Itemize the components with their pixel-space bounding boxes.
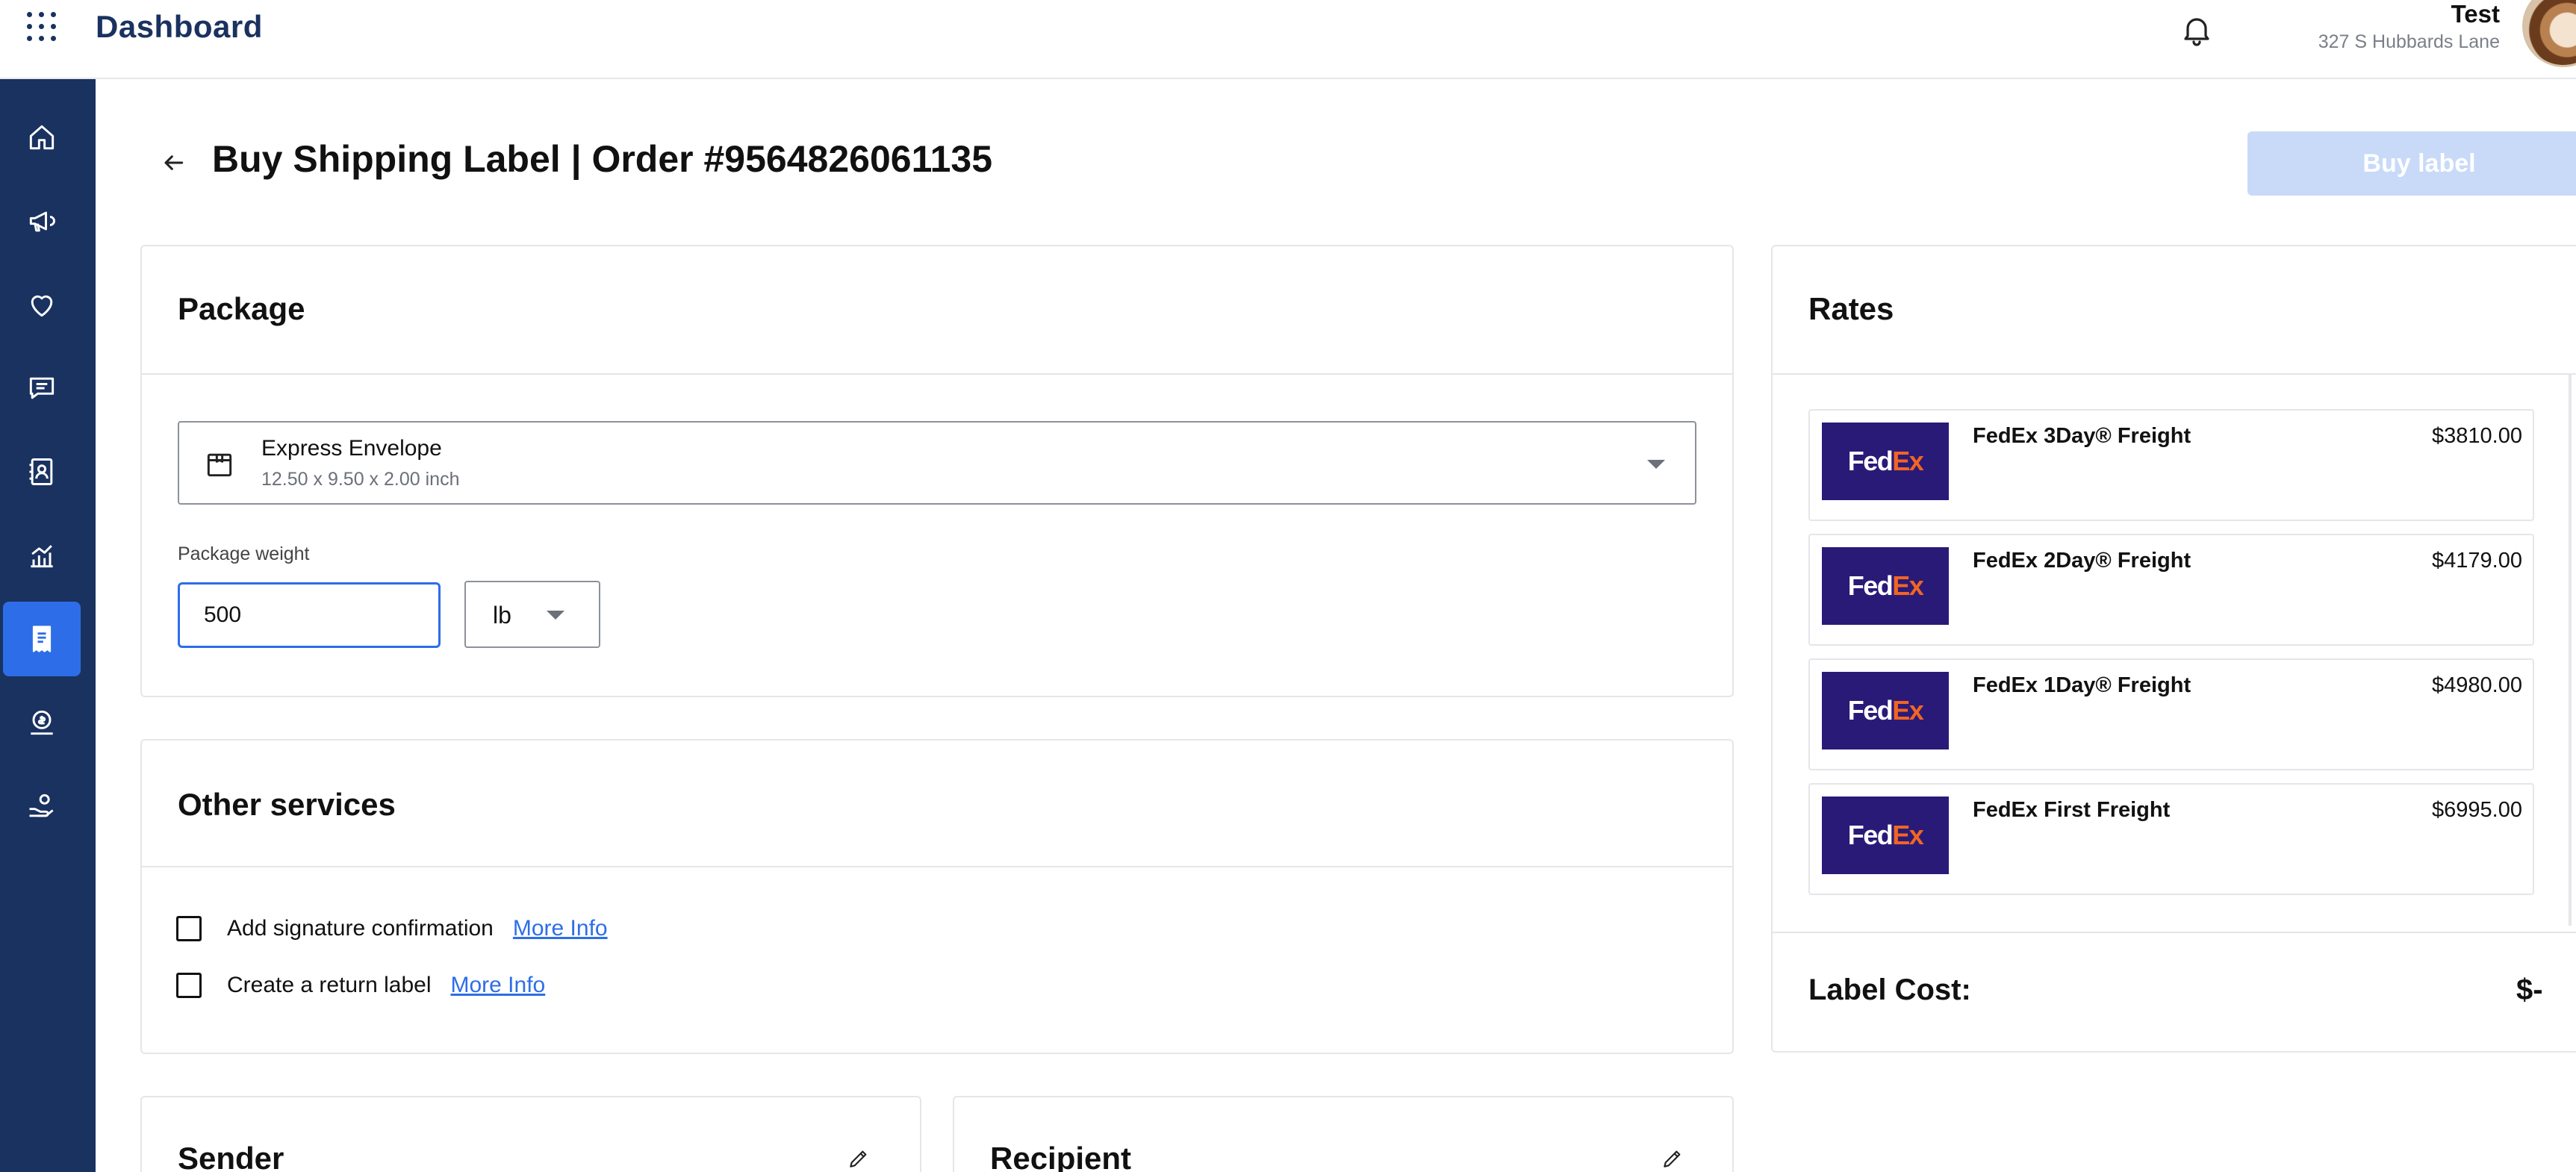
weight-unit-value: lb	[493, 602, 511, 629]
label-cost-label: Label Cost:	[1808, 973, 1971, 1006]
more-info-link[interactable]: More Info	[513, 916, 608, 941]
signature-confirmation-checkbox[interactable]	[176, 916, 202, 941]
label-cost-value: $-	[2516, 973, 2543, 1006]
buy-label-button[interactable]: Buy label	[2247, 131, 2576, 196]
sidebar-item-marketing[interactable]	[3, 184, 81, 258]
service-label: Add signature confirmation	[227, 916, 494, 941]
package-type-select[interactable]: Express Envelope 12.50 x 9.50 x 2.00 inc…	[178, 421, 1696, 505]
fedex-logo: Fed Ex	[1822, 547, 1949, 625]
rate-option[interactable]: Fed Ex FedEx 3Day® Freight $3810.00	[1808, 409, 2534, 521]
divider	[142, 373, 1732, 375]
rates-scrollbar[interactable]	[2569, 373, 2572, 926]
page-title: Buy Shipping Label | Order #956482606113…	[212, 138, 993, 180]
sidebar-item-home[interactable]	[3, 100, 81, 175]
user-address: 327 S Hubbards Lane	[2318, 31, 2500, 52]
hand-coin-icon	[29, 794, 54, 817]
money-icon	[31, 710, 53, 735]
bell-icon[interactable]	[2179, 10, 2215, 49]
recipient-card: Recipient	[953, 1096, 1734, 1172]
rate-option[interactable]: Fed Ex FedEx 1Day® Freight $4980.00	[1808, 658, 2534, 770]
rate-name: FedEx First Freight	[1973, 798, 2171, 822]
top-bar: Dashboard Test 327 S Hubbards Lane	[0, 0, 2576, 79]
sidebar-item-orders[interactable]	[3, 602, 81, 676]
rates-card: Rates	[1771, 245, 2576, 1053]
sidebar-item-donations[interactable]	[3, 769, 81, 844]
service-row-return-label: Create a return label More Info	[176, 968, 545, 1003]
return-label-checkbox[interactable]	[176, 973, 202, 998]
fedex-logo: Fed Ex	[1822, 672, 1949, 749]
rate-name: FedEx 3Day® Freight	[1973, 424, 2191, 448]
rates-title: Rates	[1808, 291, 1894, 326]
brand-title[interactable]: Dashboard	[96, 9, 263, 45]
rate-option[interactable]: Fed Ex FedEx First Freight $6995.00	[1808, 783, 2534, 895]
user-name: Test	[2451, 0, 2500, 28]
other-services-title: Other services	[178, 787, 396, 822]
rate-name: FedEx 1Day® Freight	[1973, 673, 2191, 697]
package-weight-label: Package weight	[178, 543, 310, 564]
divider	[1773, 373, 2576, 375]
package-name: Express Envelope	[261, 436, 442, 461]
chart-icon	[31, 545, 53, 568]
avatar[interactable]	[2522, 0, 2576, 67]
other-services-card: Other services	[140, 739, 1734, 1054]
more-info-link[interactable]: More Info	[451, 973, 546, 998]
weight-unit-select[interactable]: lb	[464, 581, 600, 648]
sidebar	[0, 79, 96, 1172]
home-icon	[29, 125, 55, 150]
sender-card: Sender	[140, 1096, 921, 1172]
rate-name: FedEx 2Day® Freight	[1973, 549, 2191, 573]
rate-price: $4980.00	[2432, 673, 2522, 697]
sidebar-item-contacts[interactable]	[3, 434, 81, 509]
rate-price: $3810.00	[2432, 424, 2522, 448]
divider	[142, 866, 1732, 867]
sidebar-item-analytics[interactable]	[3, 518, 81, 593]
rate-price: $4179.00	[2432, 549, 2522, 573]
receipt-icon	[32, 626, 52, 652]
chevron-down-icon	[547, 611, 564, 620]
edit-recipient-icon[interactable]	[1661, 1147, 1684, 1171]
service-row-signature: Add signature confirmation More Info	[176, 911, 608, 946]
divider	[1773, 932, 2576, 933]
package-title: Package	[178, 291, 305, 326]
rate-price: $6995.00	[2432, 798, 2522, 822]
chevron-down-icon	[1647, 460, 1665, 469]
sidebar-item-favorites[interactable]	[3, 267, 81, 342]
sidebar-item-payments[interactable]	[3, 685, 81, 760]
sidebar-item-messages[interactable]	[3, 351, 81, 426]
service-label: Create a return label	[227, 973, 432, 997]
package-box-icon	[203, 448, 236, 481]
package-weight-input[interactable]	[178, 582, 441, 648]
fedex-logo: Fed Ex	[1822, 423, 1949, 500]
back-arrow-icon[interactable]	[158, 148, 188, 178]
rate-option[interactable]: Fed Ex FedEx 2Day® Freight $4179.00	[1808, 534, 2534, 646]
fedex-logo: Fed Ex	[1822, 797, 1949, 874]
recipient-title: Recipient	[990, 1141, 1132, 1172]
apps-grid-icon[interactable]	[27, 12, 57, 42]
package-dimensions: 12.50 x 9.50 x 2.00 inch	[261, 469, 460, 490]
heart-icon	[31, 295, 53, 317]
sender-title: Sender	[178, 1141, 284, 1172]
megaphone-icon	[29, 211, 55, 232]
chat-icon	[29, 377, 55, 399]
contacts-icon	[29, 458, 53, 485]
edit-sender-icon[interactable]	[847, 1147, 871, 1171]
